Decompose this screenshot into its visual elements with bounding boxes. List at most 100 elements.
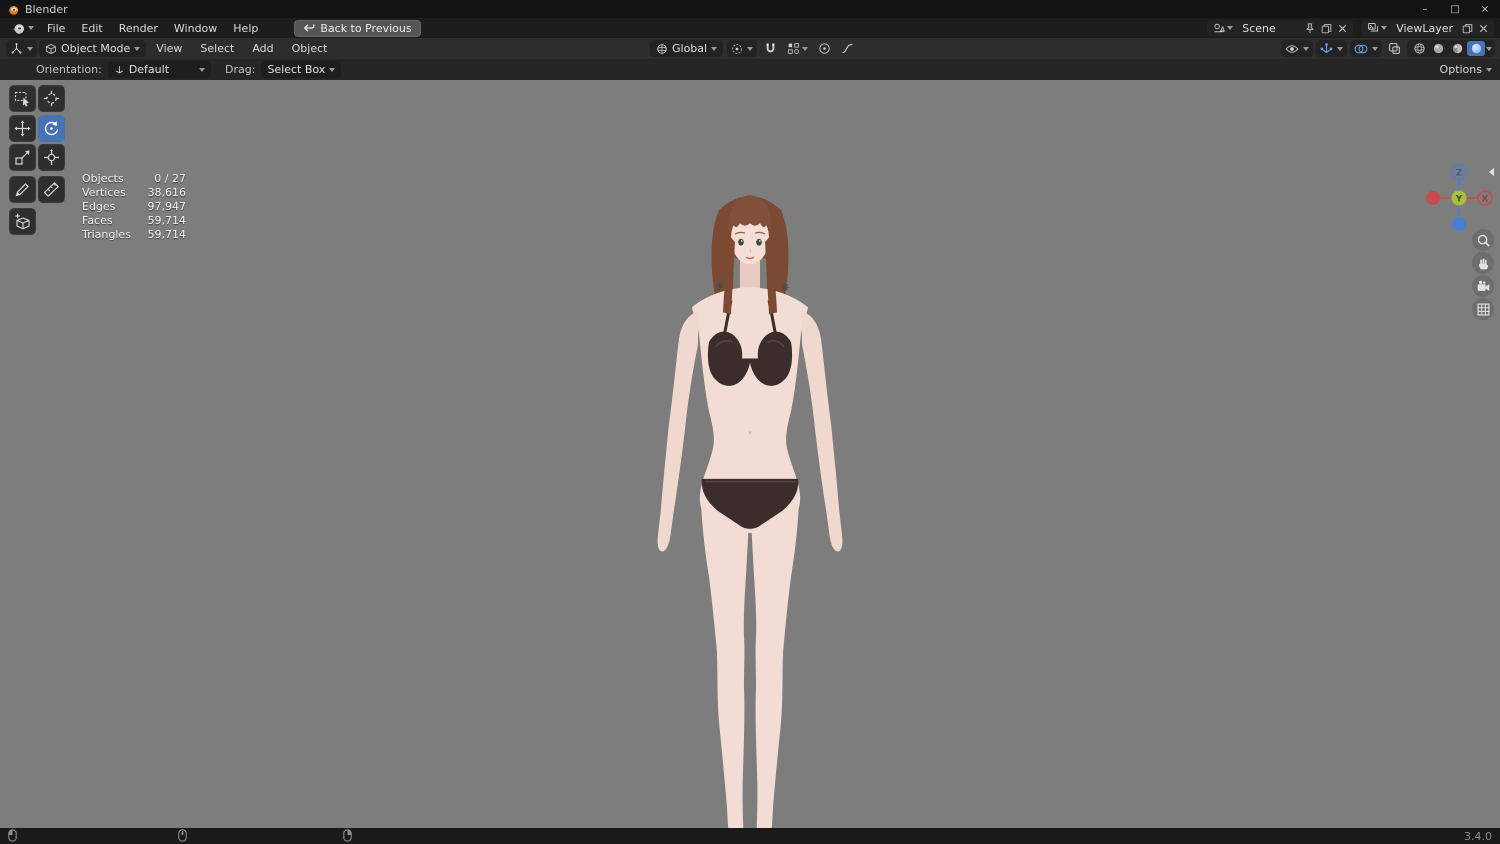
object-type-visibility-dropdown[interactable] (1281, 40, 1313, 57)
menu-object[interactable]: Object (284, 40, 336, 58)
viewlayer-name[interactable]: ViewLayer (1390, 22, 1459, 35)
zoom-button[interactable] (1472, 229, 1494, 251)
annotate-tool-button[interactable] (9, 176, 36, 203)
right-mouse-button-icon (343, 829, 352, 842)
shading-wireframe-button[interactable] (1410, 41, 1428, 56)
proportional-editing-icon (819, 43, 830, 54)
box-select-tool-button[interactable] (9, 85, 36, 112)
scene-name[interactable]: Scene (1236, 22, 1302, 35)
window-title: Blender (25, 2, 68, 16)
menu-help[interactable]: Help (225, 19, 266, 37)
tool-settings-bar: Orientation: Default Drag: Select Box Op… (0, 59, 1500, 80)
menu-render[interactable]: Render (111, 19, 166, 37)
axis-y-label: Y (1455, 195, 1463, 205)
options-dropdown[interactable]: Options (1440, 63, 1492, 76)
axis-navigation-gizmo[interactable]: Z X Y (1424, 163, 1494, 233)
solid-sphere-icon (1433, 43, 1443, 54)
measure-tool-button[interactable] (38, 176, 65, 203)
chevron-down-icon (1372, 46, 1378, 51)
magnet-icon (766, 43, 775, 53)
duplicate-icon (1321, 23, 1332, 33)
hand-icon (1478, 257, 1488, 269)
viewlayer-duplicate-button[interactable] (1459, 20, 1476, 36)
header-right-cluster (1281, 38, 1495, 59)
overlays-icon (1354, 44, 1368, 53)
axis-z-negative-ball[interactable] (1452, 217, 1466, 231)
menu-select[interactable]: Select (192, 40, 242, 58)
axis-x-negative-ball[interactable] (1426, 191, 1440, 205)
scene-browse-button[interactable] (1210, 20, 1236, 36)
shading-solid-button[interactable] (1429, 41, 1447, 56)
viewlayer-remove-button[interactable] (1476, 20, 1491, 36)
back-to-previous-button[interactable]: Back to Previous (294, 19, 421, 37)
scene-icon (1214, 23, 1226, 33)
3d-viewport[interactable]: Objects 0 / 27 Vertices 38,616 Edges 97,… (0, 80, 1500, 828)
transform-orientation-dropdown[interactable]: Global (650, 40, 724, 57)
blender-version: 3.4.0 (1464, 829, 1492, 843)
snap-toggle[interactable] (761, 40, 780, 57)
view-layer-icon (1368, 23, 1379, 32)
transform-tool-button[interactable] (38, 144, 65, 171)
minimize-button[interactable]: – (1410, 0, 1440, 18)
shading-mode-group (1407, 40, 1495, 57)
window-titlebar: Blender – □ × (0, 0, 1500, 18)
blender-logo-icon (12, 24, 25, 34)
chevron-down-icon (27, 46, 33, 51)
stat-row: Objects 0 / 27 (82, 172, 186, 185)
scene-unlink-button[interactable] (1335, 20, 1350, 36)
overlays-dropdown[interactable] (1350, 40, 1382, 57)
menu-view[interactable]: View (148, 40, 190, 58)
move-icon (14, 120, 31, 137)
wireframe-sphere-icon (1413, 43, 1425, 54)
add-cube-tool-button[interactable] (9, 208, 36, 235)
menu-file[interactable]: File (39, 19, 73, 37)
gizmos-dropdown[interactable] (1316, 40, 1347, 57)
move-tool-button[interactable] (9, 115, 36, 142)
editor-type-button[interactable] (6, 40, 37, 57)
shading-material-button[interactable] (1448, 41, 1466, 56)
window-controls: – □ × (1410, 0, 1500, 18)
camera-view-button[interactable] (1472, 275, 1494, 297)
orthographic-toggle-button[interactable] (1472, 298, 1494, 320)
close-button[interactable]: × (1470, 0, 1500, 18)
sidebar-toggle-arrow-icon[interactable] (1489, 168, 1494, 176)
drag-mode-dropdown[interactable]: Select Box (261, 61, 342, 78)
chevron-down-icon (1227, 26, 1234, 30)
scene-duplicate-button[interactable] (1318, 20, 1335, 36)
rotate-tool-button[interactable] (38, 115, 65, 142)
cursor-tool-button[interactable] (38, 85, 65, 112)
scene-pin-button[interactable] (1302, 20, 1318, 36)
transform-icon (44, 149, 59, 165)
proportional-editing-toggle[interactable] (815, 40, 834, 57)
pivot-point-icon (732, 43, 742, 54)
middle-mouse-button-icon (178, 829, 187, 842)
drag-label: Drag: (225, 63, 256, 76)
stat-row: Faces 59,714 (82, 214, 186, 227)
annotate-pencil-icon (15, 183, 29, 197)
close-x-icon (1479, 24, 1488, 32)
menu-add[interactable]: Add (244, 40, 281, 58)
character-model (657, 195, 843, 828)
viewlayer-browse-button[interactable] (1364, 20, 1390, 36)
maximize-button[interactable]: □ (1440, 0, 1470, 18)
chevron-down-icon (1303, 46, 1309, 51)
menu-window[interactable]: Window (166, 19, 225, 37)
proportional-falloff-dropdown[interactable] (838, 40, 857, 57)
viewport-nav-controls (1472, 229, 1494, 320)
chevron-down-icon (28, 26, 34, 30)
shading-dropdown-chevron-icon[interactable] (1486, 46, 1492, 51)
visibility-eye-icon (1285, 44, 1299, 53)
stat-row: Edges 97,947 (82, 200, 186, 213)
scale-tool-button[interactable] (9, 144, 36, 171)
menu-edit[interactable]: Edit (73, 19, 110, 37)
xray-toggle[interactable] (1385, 40, 1404, 57)
blender-app-menu-button[interactable] (6, 21, 39, 35)
pivot-point-dropdown[interactable] (727, 40, 758, 57)
pan-button[interactable] (1472, 252, 1494, 274)
status-bar: 3.4.0 (0, 828, 1500, 844)
snap-settings-dropdown[interactable] (784, 40, 811, 57)
shading-rendered-button[interactable] (1467, 41, 1485, 56)
mode-dropdown[interactable]: Object Mode (39, 40, 147, 57)
tool-orientation-dropdown[interactable]: Default (107, 61, 212, 78)
object-mode-icon (46, 43, 56, 54)
